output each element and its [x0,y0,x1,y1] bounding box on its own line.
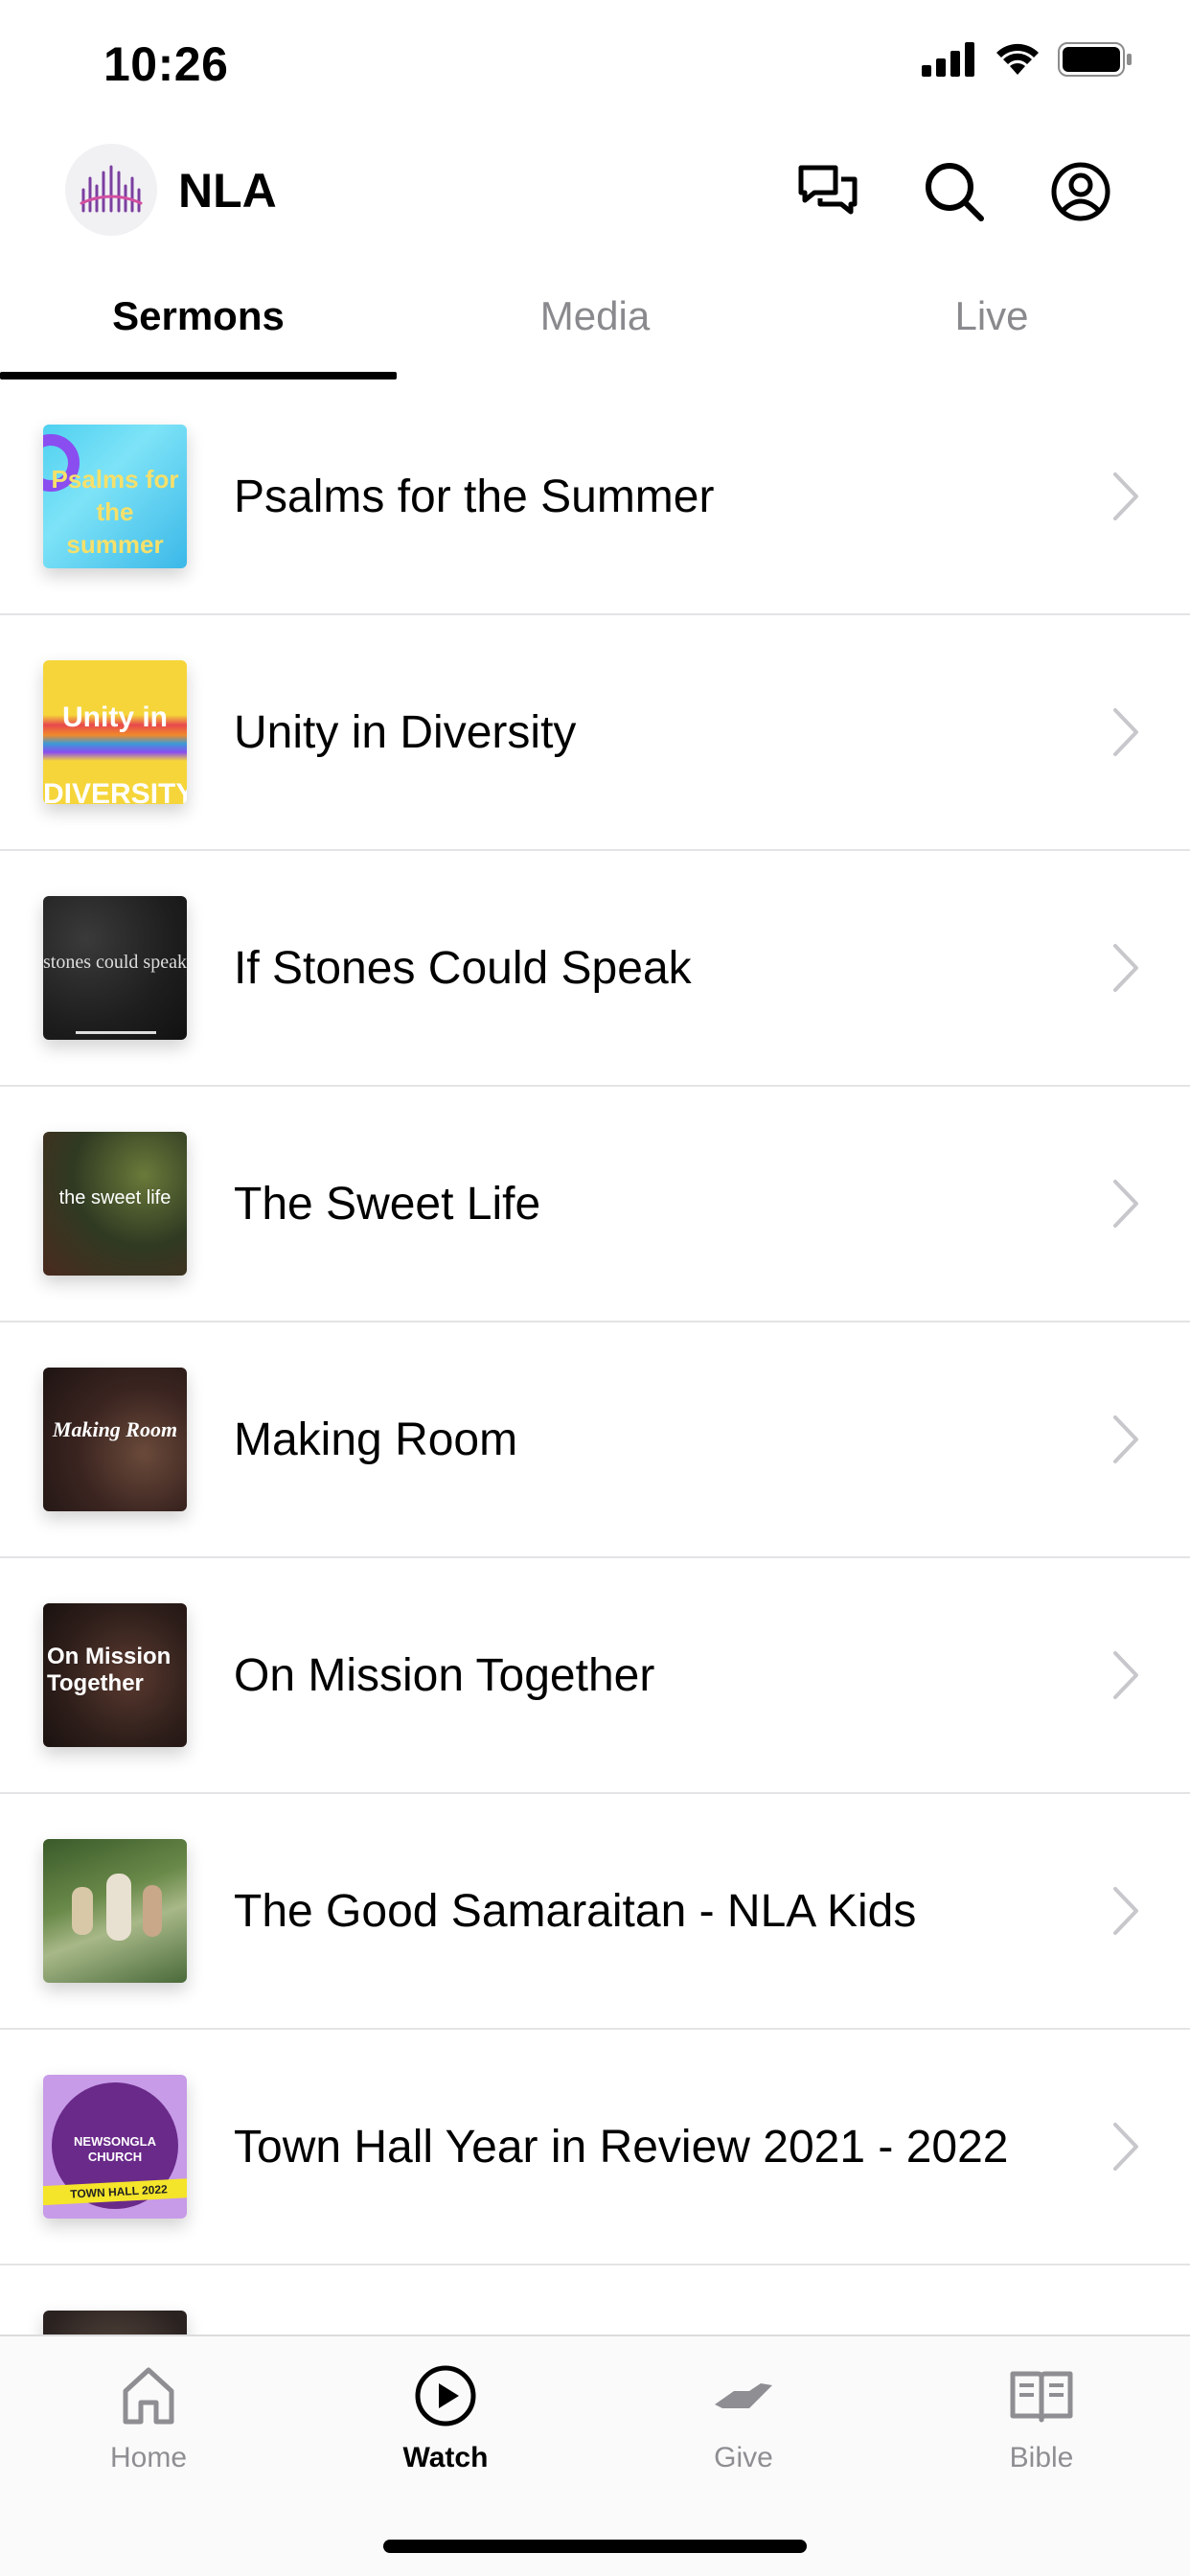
status-icons [922,42,1133,77]
segment-tabs: Sermons Media Live [0,278,1190,380]
tabbar-watch[interactable]: Watch [350,2358,541,2474]
tabbar-bible[interactable]: Bible [946,2358,1137,2474]
sermon-thumbnail: On Mission Together [43,1603,187,1747]
sermon-thumbnail: Unity in DIVERSITY [43,660,187,804]
list-item[interactable]: the sweet life The Sweet Life [0,1087,1190,1322]
active-tab-indicator [0,372,397,380]
sermon-thumbnail: stones could speak [43,896,187,1040]
home-indicator [383,2540,807,2553]
header-actions [765,153,1144,230]
bible-icon [1010,2371,1073,2423]
app-header: NLA [0,134,1190,247]
chevron-right-icon [1113,1180,1138,1228]
sermon-title: The Good Samaraitan - NLA Kids [234,1885,917,1937]
tabbar-home[interactable]: Home [53,2358,244,2474]
thumbnail-text: On Mission Together [47,1644,172,1696]
thumbnail-text: Unity in DIVERSITY [43,702,187,804]
signal-icon [922,42,974,77]
sermon-title: Unity in Diversity [234,706,577,758]
chevron-right-icon [1113,1415,1138,1463]
list-item[interactable]: Psalms for the summer Psalms for the Sum… [0,380,1190,615]
app-title: NLA [178,164,277,218]
sermon-title: The Sweet Life [234,1178,541,1230]
list-item[interactable]: On Mission Together On Mission Together [0,1558,1190,1794]
sermon-list[interactable]: Psalms for the summer Psalms for the Sum… [0,380,1190,2334]
battery-icon [1058,42,1132,77]
tabbar-label: Give [714,2442,773,2473]
chevron-right-icon [1113,2123,1138,2171]
sermon-thumbnail: Making Room [43,1368,187,1511]
play-icon [415,2365,476,2426]
status-time: 10:26 [103,37,229,91]
wifi-icon [996,43,1039,75]
chevron-right-icon [1113,944,1138,992]
tabbar-label: Bible [1009,2442,1074,2473]
sermon-title: Making Room [234,1414,518,1465]
search-icon [926,163,984,221]
sermon-thumbnail: Psalms for the summer [43,425,187,568]
sermon-title: Psalms for the Summer [234,471,715,522]
list-item[interactable]: NEWSONGLA CHURCH TOWN HALL 2022 Town Hal… [0,2030,1190,2266]
tab-media[interactable]: Media [397,278,793,380]
sermon-title: On Mission Together [234,1649,655,1701]
sermon-thumbnail: the sweet life [43,1132,187,1276]
sermon-thumbnail: NEWSONGLA CHURCH TOWN HALL 2022 [43,2075,187,2219]
chat-icon [798,165,858,215]
tab-sermons[interactable]: Sermons [0,278,397,380]
thumbnail-text: Making Room [52,1417,178,1441]
list-item[interactable]: Unity in DIVERSITY Unity in Diversity [0,615,1190,851]
list-item[interactable]: Making Room Making Room [0,1322,1190,1558]
thumbnail-text: stones could speak [43,952,187,973]
chevron-right-icon [1113,472,1138,520]
thumbnail-text: the sweet life [58,1187,172,1208]
chevron-right-icon [1113,708,1138,756]
profile-button[interactable] [1018,153,1144,230]
give-icon [715,2383,772,2408]
sermon-thumbnail [43,2311,187,2334]
home-icon [123,2367,174,2425]
status-bar: 10:26 [0,0,1190,129]
chevron-right-icon [1113,1887,1138,1935]
chevron-right-icon [1113,1651,1138,1699]
list-item[interactable]: The Good Samaraitan - NLA Kids [0,1794,1190,2030]
tab-live[interactable]: Live [793,278,1190,380]
church-logo[interactable] [65,144,157,236]
sermon-title: Town Hall Year in Review 2021 - 2022 [234,2121,1009,2173]
profile-icon [1051,162,1110,221]
messages-button[interactable] [765,153,891,230]
thumbnail-text: Psalms for the summer [51,465,179,559]
thumbnail-text: NEWSONGLA CHURCH [74,2134,156,2164]
list-item[interactable] [0,2266,1190,2334]
tabbar-label: Home [109,2442,188,2473]
search-button[interactable] [891,153,1018,230]
tabbar-label: Watch [402,2442,489,2473]
sermon-title: If Stones Could Speak [234,942,692,994]
tabbar-give[interactable]: Give [648,2358,839,2474]
church-logo-icon [80,165,143,213]
sermon-thumbnail [43,1839,187,1983]
list-item[interactable]: stones could speak If Stones Could Speak [0,851,1190,1087]
